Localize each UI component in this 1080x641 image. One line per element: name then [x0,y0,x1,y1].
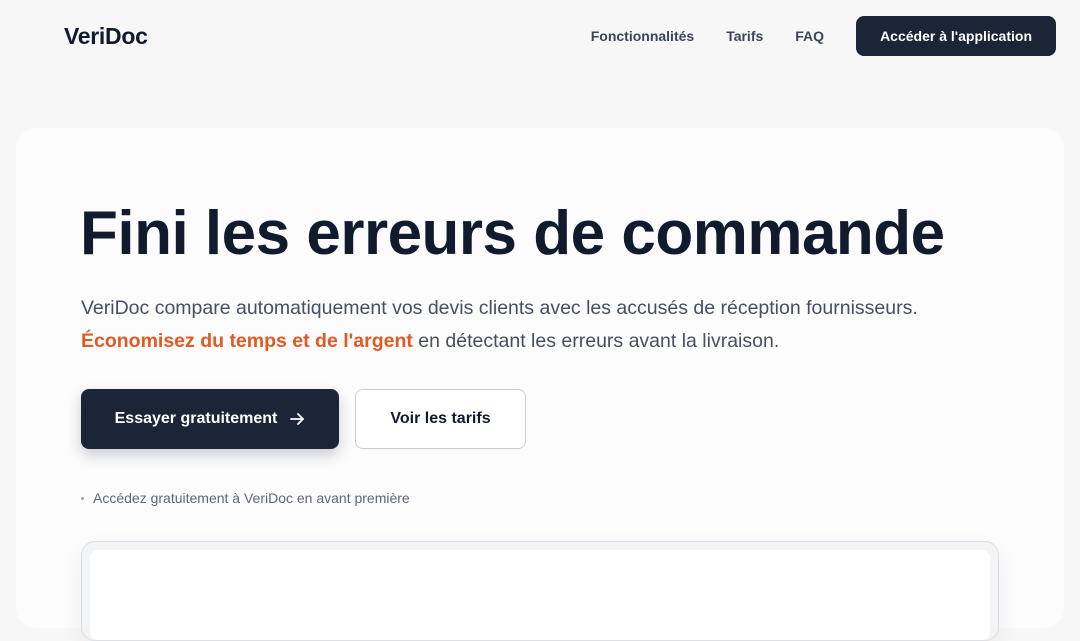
view-pricing-button[interactable]: Voir les tarifs [355,389,526,449]
app-preview-frame [81,541,999,641]
brand-logo[interactable]: VeriDoc [64,23,148,50]
nav-link-pricing[interactable]: Tarifs [726,28,763,44]
hero-description-line2: en détectant les erreurs avant la livrai… [412,330,780,352]
hero-section: Fini les erreurs de commande VeriDoc com… [16,128,1064,641]
hero-highlight: Économisez du temps et de l'argent [81,330,413,352]
main-nav: Fonctionnalités Tarifs FAQ Accéder à l'a… [591,16,1056,56]
top-navigation-bar: VeriDoc Fonctionnalités Tarifs FAQ Accéd… [0,0,1080,72]
try-free-button[interactable]: Essayer gratuitement [81,389,339,449]
early-access-note: Accédez gratuitement à VeriDoc en avant … [81,490,410,506]
hero-description: VeriDoc compare automatiquement vos devi… [81,292,1011,358]
bullet-dot [81,496,84,500]
app-preview-screen [90,550,990,640]
hero-title: Fini les erreurs de commande [80,199,945,268]
open-app-button[interactable]: Accéder à l'application [856,16,1056,56]
arrow-right-icon [289,411,305,427]
nav-link-faq[interactable]: FAQ [795,28,824,44]
cta-row: Essayer gratuitement Voir les tarifs [81,389,526,449]
nav-link-features[interactable]: Fonctionnalités [591,28,694,44]
early-access-text: Accédez gratuitement à VeriDoc en avant … [93,490,410,506]
hero-description-line1: VeriDoc compare automatiquement vos devi… [81,297,918,319]
try-free-label: Essayer gratuitement [114,410,278,427]
